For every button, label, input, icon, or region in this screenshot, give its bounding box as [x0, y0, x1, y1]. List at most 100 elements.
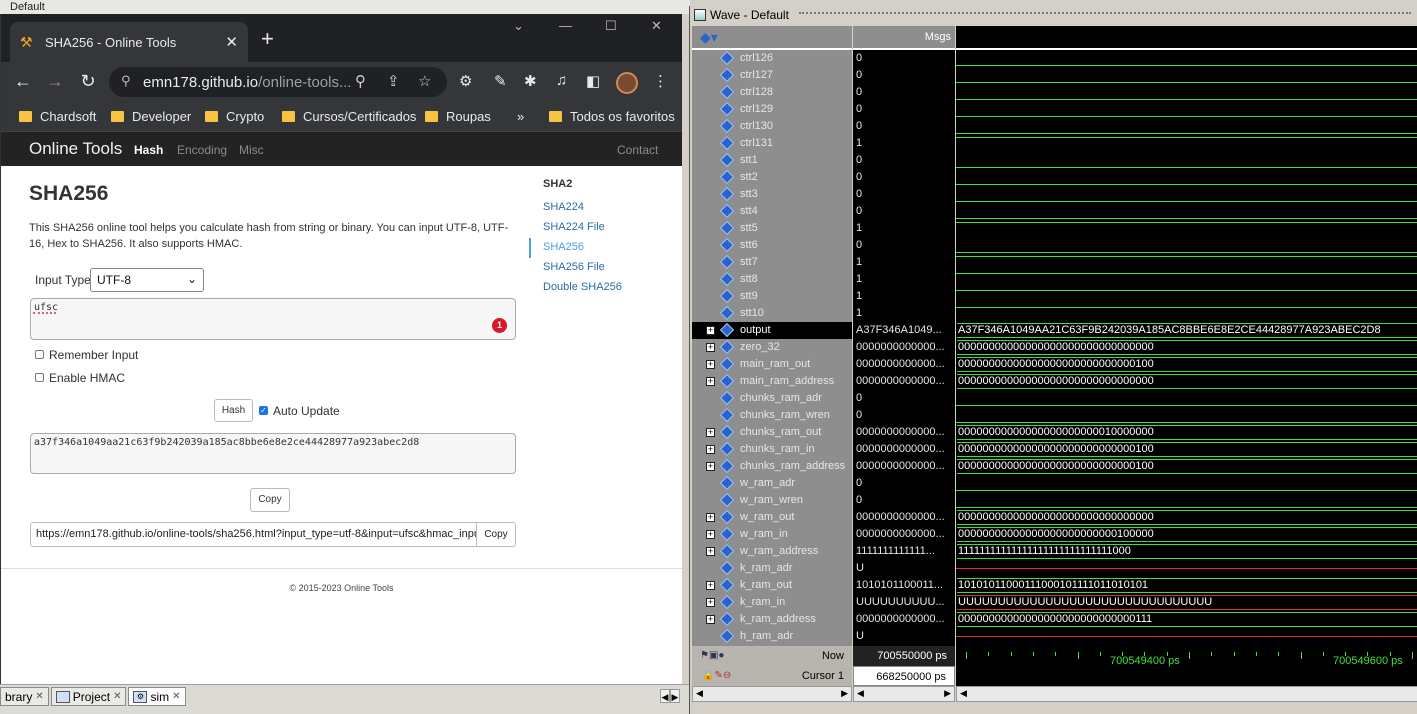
site-brand[interactable]: Online Tools: [29, 139, 122, 159]
scroll-left-icon[interactable]: ◀: [960, 688, 967, 699]
ide-tab-library[interactable]: brary ✕: [0, 687, 49, 706]
waveform-scrollbar[interactable]: ◀: [956, 686, 1417, 702]
close-icon[interactable]: ✕: [172, 691, 180, 702]
extension-gear-icon[interactable]: ⚙: [459, 72, 472, 90]
signal-row[interactable]: chunks_ram_wren: [692, 407, 852, 424]
back-icon[interactable]: ←: [12, 71, 34, 92]
scroll-left-icon[interactable]: ◀: [660, 689, 670, 703]
nav-misc[interactable]: Misc: [239, 143, 264, 157]
maximize-icon[interactable]: ☐: [605, 18, 617, 34]
bookmark-star-icon[interactable]: ☆: [418, 72, 431, 90]
toolbar-icons[interactable]: ⚑▣●: [700, 646, 724, 666]
cursor-value[interactable]: 668250000 ps: [853, 666, 955, 686]
copy-url-button[interactable]: Copy: [476, 523, 515, 546]
signal-row[interactable]: chunks_ram_adr: [692, 390, 852, 407]
forward-icon[interactable]: →: [44, 71, 66, 92]
signal-row[interactable]: + main_ram_address: [692, 373, 852, 390]
share-icon[interactable]: ⇪: [387, 72, 400, 90]
more-bookmarks-icon[interactable]: »: [517, 109, 524, 124]
signal-row[interactable]: w_ram_wren: [692, 492, 852, 509]
scroll-left-icon[interactable]: ◀: [857, 688, 864, 699]
signal-row[interactable]: + main_ram_out: [692, 356, 852, 373]
signal-row[interactable]: ctrl131: [692, 135, 852, 152]
ide-tab-sim[interactable]: ⚙ sim ✕: [128, 687, 186, 706]
share-url-field[interactable]: https://emn178.github.io/online-tools/sh…: [30, 522, 516, 547]
avatar[interactable]: [616, 72, 638, 94]
values-scrollbar[interactable]: ◀ ▶: [853, 686, 955, 702]
signal-row[interactable]: + chunks_ram_out: [692, 424, 852, 441]
signal-row[interactable]: ctrl129: [692, 101, 852, 118]
signal-row[interactable]: + w_ram_in: [692, 526, 852, 543]
signal-row[interactable]: + output: [692, 322, 852, 339]
toc-item-sha256-file[interactable]: SHA256 File: [529, 258, 669, 278]
expand-icon[interactable]: +: [706, 547, 715, 556]
enable-hmac-checkbox[interactable]: [35, 373, 44, 382]
toc-item-sha256[interactable]: SHA256: [529, 238, 669, 258]
signal-row[interactable]: + zero_32: [692, 339, 852, 356]
side-panel-icon[interactable]: ◧: [586, 72, 600, 90]
signal-row[interactable]: ctrl130: [692, 118, 852, 135]
signal-row[interactable]: k_ram_adr: [692, 560, 852, 577]
extensions-puzzle-icon[interactable]: ✱: [524, 72, 537, 90]
signal-row[interactable]: stt6: [692, 237, 852, 254]
signal-row[interactable]: + chunks_ram_address: [692, 458, 852, 475]
remember-input-checkbox[interactable]: [35, 350, 44, 359]
signal-row[interactable]: stt7: [692, 254, 852, 271]
signal-row[interactable]: + w_ram_address: [692, 543, 852, 560]
close-icon[interactable]: ✕: [35, 691, 43, 702]
menu-icon[interactable]: ⋮: [653, 72, 668, 90]
expand-icon[interactable]: +: [706, 326, 715, 335]
auto-update-label[interactable]: Auto Update: [273, 404, 340, 418]
scroll-right-icon[interactable]: ▶: [670, 689, 680, 703]
signal-row[interactable]: stt4: [692, 203, 852, 220]
signal-row[interactable]: + chunks_ram_in: [692, 441, 852, 458]
bookmark-all[interactable]: Todos os favoritos: [549, 109, 675, 124]
bookmark-chardsoft[interactable]: Chardsoft: [19, 109, 96, 124]
signal-row[interactable]: ctrl126: [692, 50, 852, 67]
close-icon[interactable]: ✕: [113, 691, 121, 702]
bookmark-developer[interactable]: Developer: [111, 109, 191, 124]
expand-icon[interactable]: +: [706, 343, 715, 352]
input-textarea[interactable]: ufsc 1: [30, 298, 516, 340]
signal-row[interactable]: stt1: [692, 152, 852, 169]
close-window-icon[interactable]: ✕: [651, 18, 662, 34]
site-info-icon[interactable]: ⚲: [121, 73, 131, 89]
bookmark-crypto[interactable]: Crypto: [205, 109, 264, 124]
signal-filter-icon[interactable]: ◆▾: [700, 29, 718, 46]
signal-row[interactable]: w_ram_adr: [692, 475, 852, 492]
nav-hash[interactable]: Hash: [134, 143, 163, 157]
expand-icon[interactable]: +: [706, 377, 715, 386]
scroll-right-icon[interactable]: ▶: [944, 688, 951, 699]
lock-icon[interactable]: 🔒✎⊖: [702, 666, 731, 686]
media-icon[interactable]: ♫: [556, 72, 567, 89]
signal-row[interactable]: stt10: [692, 305, 852, 322]
signal-row[interactable]: stt9: [692, 288, 852, 305]
input-type-select[interactable]: UTF-8 ⌄: [90, 268, 204, 292]
chevron-down-icon[interactable]: ⌄: [513, 18, 524, 34]
signal-row[interactable]: stt5: [692, 220, 852, 237]
auto-update-checkbox[interactable]: ✓: [259, 406, 268, 415]
browser-tab[interactable]: ⚒ SHA256 - Online Tools ✕: [10, 22, 248, 62]
names-scrollbar[interactable]: ◀ ▶: [692, 686, 852, 702]
nav-contact[interactable]: Contact: [617, 143, 658, 157]
remember-input-label[interactable]: Remember Input: [49, 348, 138, 362]
bookmark-roupas[interactable]: Roupas: [425, 109, 491, 124]
signal-row[interactable]: + k_ram_in: [692, 594, 852, 611]
bookmark-cursos[interactable]: Cursos/Certificados: [282, 109, 416, 124]
new-tab-icon[interactable]: +: [261, 26, 274, 52]
enable-hmac-label[interactable]: Enable HMAC: [49, 371, 125, 385]
signal-row[interactable]: + w_ram_out: [692, 509, 852, 526]
scroll-left-icon[interactable]: ◀: [696, 688, 703, 699]
signal-row[interactable]: + k_ram_address: [692, 611, 852, 628]
hash-button[interactable]: Hash: [214, 399, 253, 422]
zoom-icon[interactable]: ⚲: [355, 72, 366, 90]
copy-output-button[interactable]: Copy: [250, 488, 290, 512]
signal-row[interactable]: + k_ram_out: [692, 577, 852, 594]
reload-icon[interactable]: ↻: [77, 71, 99, 92]
nav-encoding[interactable]: Encoding: [177, 143, 227, 157]
signal-row[interactable]: ctrl127: [692, 67, 852, 84]
expand-icon[interactable]: +: [706, 513, 715, 522]
signal-row[interactable]: stt2: [692, 169, 852, 186]
expand-icon[interactable]: +: [706, 615, 715, 624]
output-textarea[interactable]: a37f346a1049aa21c63f9b242039a185ac8bbe6e…: [30, 433, 516, 474]
